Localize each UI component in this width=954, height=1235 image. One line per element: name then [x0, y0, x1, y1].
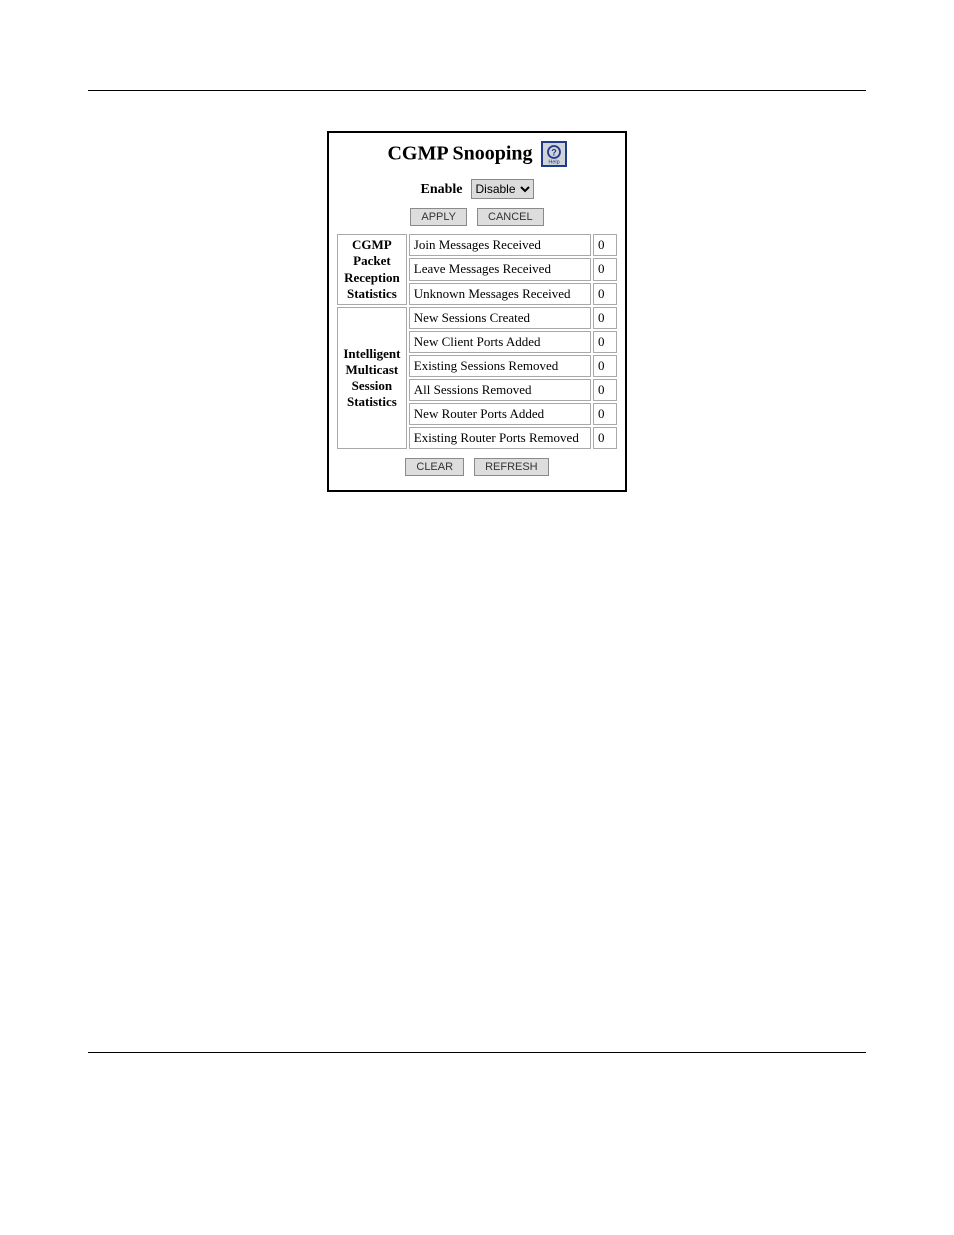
- enable-select[interactable]: Disable: [471, 179, 534, 199]
- stat-value: 0: [593, 331, 617, 353]
- stat-label: Leave Messages Received: [409, 258, 591, 280]
- apply-cancel-row: APPLY CANCEL: [335, 207, 619, 226]
- refresh-button[interactable]: REFRESH: [474, 458, 549, 476]
- statistics-table: CGMPPacketReceptionStatistics Join Messa…: [335, 232, 619, 451]
- enable-label: Enable: [420, 182, 462, 197]
- cgmp-snooping-panel: CGMP Snooping ? Help Enable Disable APPL…: [327, 131, 627, 492]
- stat-label: Existing Sessions Removed: [409, 355, 591, 377]
- stat-value: 0: [593, 307, 617, 329]
- stat-value: 0: [593, 403, 617, 425]
- header-divider: [88, 90, 866, 91]
- stat-label: All Sessions Removed: [409, 379, 591, 401]
- stat-value: 0: [593, 427, 617, 449]
- stat-label: Existing Router Ports Removed: [409, 427, 591, 449]
- help-icon[interactable]: ? Help: [541, 141, 567, 167]
- stat-value: 0: [593, 234, 617, 256]
- table-row: IntelligentMulticastSessionStatistics Ne…: [337, 307, 617, 329]
- stat-label: New Sessions Created: [409, 307, 591, 329]
- section-header: IntelligentMulticastSessionStatistics: [337, 307, 407, 449]
- stat-label: New Router Ports Added: [409, 403, 591, 425]
- stat-label: New Client Ports Added: [409, 331, 591, 353]
- enable-row: Enable Disable: [335, 179, 619, 199]
- cancel-button[interactable]: CANCEL: [477, 208, 544, 226]
- section-header: CGMPPacketReceptionStatistics: [337, 234, 407, 305]
- stat-label: Join Messages Received: [409, 234, 591, 256]
- svg-text:?: ?: [551, 148, 557, 158]
- table-row: CGMPPacketReceptionStatistics Join Messa…: [337, 234, 617, 256]
- stat-value: 0: [593, 258, 617, 280]
- panel-title: CGMP Snooping: [387, 143, 532, 165]
- clear-refresh-row: CLEAR REFRESH: [335, 457, 619, 476]
- stat-label: Unknown Messages Received: [409, 283, 591, 305]
- stat-value: 0: [593, 379, 617, 401]
- footer-divider: [88, 1052, 866, 1053]
- clear-button[interactable]: CLEAR: [405, 458, 464, 476]
- panel-title-row: CGMP Snooping ? Help: [335, 137, 619, 169]
- stat-value: 0: [593, 355, 617, 377]
- apply-button[interactable]: APPLY: [410, 208, 467, 226]
- svg-text:Help: Help: [548, 160, 559, 166]
- stat-value: 0: [593, 283, 617, 305]
